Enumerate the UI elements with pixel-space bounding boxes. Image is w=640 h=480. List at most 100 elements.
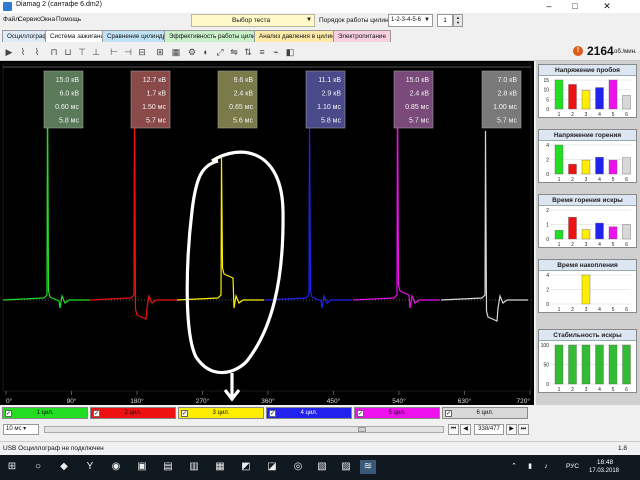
- cylinder-order-dropdown[interactable]: 1-2-3-4-5-6 ▼: [388, 14, 433, 27]
- menu-service[interactable]: Сервис: [18, 16, 40, 23]
- bar-cylinder-3: [581, 274, 591, 305]
- x-tick-label: 6: [625, 177, 628, 183]
- tool-icon[interactable]: ⊥: [90, 46, 102, 58]
- cylinder-toggle-4[interactable]: ✓ 4 цил.: [266, 407, 352, 419]
- app-icon[interactable]: ◪: [264, 460, 280, 474]
- spark-stability-chart: Стабильность искры 100 50 0 1 2 3 4 5 6: [538, 329, 637, 393]
- time-scale-dropdown[interactable]: 10 мс ▾: [3, 424, 39, 435]
- app-icon[interactable]: ◩: [238, 460, 254, 474]
- checkbox-icon[interactable]: ✓: [445, 410, 452, 417]
- cylinder-toggle-6[interactable]: ✓ 6 цил.: [442, 407, 528, 419]
- app-icon[interactable]: ◉: [108, 460, 124, 474]
- app-icon[interactable]: ▤: [160, 460, 176, 474]
- clock-date[interactable]: 17.03.2018: [585, 468, 623, 474]
- tool-icon[interactable]: ⊤: [76, 46, 88, 58]
- tray-icon[interactable]: ⌃: [506, 460, 522, 474]
- menu-windows[interactable]: Окна: [40, 16, 55, 23]
- browser-icon[interactable]: Y: [82, 460, 98, 474]
- app-icon[interactable]: ◎: [290, 460, 306, 474]
- app-icon: [3, 2, 12, 11]
- x-tick-label: 4: [598, 242, 601, 248]
- tool-icon[interactable]: ⤢: [214, 46, 226, 58]
- cylinder-count-spinner[interactable]: ▲ ▼: [453, 14, 463, 27]
- x-tick-label: 1: [558, 177, 561, 183]
- app-icon[interactable]: ▨: [338, 460, 354, 474]
- info-value-burn-kv: 1.7 кВ: [147, 91, 167, 98]
- menu-help[interactable]: Помощь: [56, 16, 81, 23]
- language-indicator[interactable]: РУС: [566, 463, 579, 470]
- app-icon[interactable]: ◆: [56, 460, 72, 474]
- mirror-icon[interactable]: ⇋: [228, 46, 240, 58]
- tool-icon[interactable]: ⊓: [48, 46, 60, 58]
- x-tick-label: 4: [598, 112, 601, 118]
- playback-bar: 10 мс ▾ ⏮ ◀ 338/477 ▶ ⏭: [0, 421, 534, 437]
- y-tick-label: 0: [546, 237, 549, 243]
- tool-icon[interactable]: ◧: [284, 46, 296, 58]
- test-select-dropdown[interactable]: Выбор теста ▼: [191, 14, 315, 27]
- x-tick-label: 3: [585, 112, 588, 118]
- tool-icon[interactable]: ≡: [256, 46, 268, 58]
- frame-scrollbar[interactable]: [44, 426, 444, 433]
- cylinder-toggle-1[interactable]: ✓ 1 цил.: [2, 407, 88, 419]
- first-frame-button[interactable]: ⏮: [448, 424, 459, 435]
- waveform-icon[interactable]: ⌇: [17, 46, 29, 58]
- cylinder-toggle-2[interactable]: ✓ 2 цил.: [90, 407, 176, 419]
- info-value-dwell-ms: 5.8 мс: [321, 118, 341, 125]
- ignition-waveform: 15.0 кВ6.0 кВ0.60 мс5.8 мс12.7 кВ1.7 кВ1…: [2, 63, 532, 405]
- tab-power-supply[interactable]: Электропитание: [333, 30, 391, 42]
- oscilloscope-view[interactable]: 15.0 кВ 6.0 кВ 0.60 мс 5.8 мс 12.7 кВ 1.7 кВ 1…: [0, 61, 534, 405]
- volume-icon[interactable]: ♪: [538, 460, 554, 474]
- clock-time[interactable]: 18:48: [590, 459, 620, 466]
- x-tick-label: 3: [585, 177, 588, 183]
- x-tick-label: 1: [558, 307, 561, 313]
- last-frame-button[interactable]: ⏭: [518, 424, 529, 435]
- x-tick-label: 2: [571, 307, 574, 313]
- checkbox-icon[interactable]: ✓: [357, 410, 364, 417]
- checkbox-icon[interactable]: ✓: [269, 410, 276, 417]
- minimize-button[interactable]: –: [536, 0, 562, 13]
- app-icon[interactable]: ▦: [212, 460, 228, 474]
- highlight-annotation: [185, 150, 285, 375]
- settings-icon[interactable]: ⚙: [186, 46, 198, 58]
- rpm-unit: об./мин.: [614, 49, 637, 55]
- taskbar: ⊞ ○ ◆ Y ◉ ▣ ▤ ▥ ▦ ◩ ◪ ◎ ▧ ▨ ≋ ⌃ ▮ ♪ РУС …: [0, 455, 640, 480]
- maximize-button[interactable]: □: [562, 0, 588, 13]
- y-tick-label: 10: [543, 88, 549, 94]
- cursor-icon[interactable]: ⊞: [154, 46, 166, 58]
- app-icon[interactable]: ▣: [134, 460, 150, 474]
- app-icon[interactable]: ▥: [186, 460, 202, 474]
- tool-icon[interactable]: ⌁: [270, 46, 282, 58]
- cylinder-count-field[interactable]: 1: [437, 14, 453, 27]
- cylinder-info-box: 9.6 кВ 2.4 кВ 0.65 мс 5.6 мс: [217, 70, 258, 129]
- network-icon[interactable]: ▮: [522, 460, 538, 474]
- search-icon[interactable]: ○: [30, 460, 46, 474]
- cylinder-toggle-5[interactable]: ✓ 5 цил.: [354, 407, 440, 419]
- arrow-annotation: [223, 373, 241, 402]
- grid-icon[interactable]: ▦: [170, 46, 182, 58]
- x-tick-label: 1: [558, 387, 561, 393]
- checkbox-icon[interactable]: ✓: [93, 410, 100, 417]
- toggle-icon[interactable]: ◐: [200, 46, 212, 58]
- checkbox-icon[interactable]: ✓: [181, 410, 188, 417]
- scrollbar-thumb[interactable]: [358, 427, 366, 432]
- close-button[interactable]: ✕: [594, 0, 620, 13]
- waveform-icon[interactable]: ⌇: [31, 46, 43, 58]
- cursor-icon[interactable]: ⊟: [136, 46, 148, 58]
- prev-frame-button[interactable]: ◀: [460, 424, 471, 435]
- next-frame-button[interactable]: ▶: [506, 424, 517, 435]
- tool-icon[interactable]: ⊔: [62, 46, 74, 58]
- info-value-dwell-ms: 5.6 мс: [233, 118, 253, 125]
- frame-counter: 338/477: [474, 424, 504, 435]
- menu-file[interactable]: Файл: [3, 16, 19, 23]
- play-icon[interactable]: ▶: [3, 46, 15, 58]
- cursor-icon[interactable]: ⊢: [108, 46, 120, 58]
- info-value-dwell-ms: 5.7 мс: [497, 118, 517, 125]
- cursor-icon[interactable]: ⊣: [122, 46, 134, 58]
- checkbox-icon[interactable]: ✓: [5, 410, 12, 417]
- diamag-icon[interactable]: ≋: [360, 460, 376, 474]
- start-icon[interactable]: ⊞: [4, 460, 20, 474]
- tool-icon[interactable]: ⇅: [242, 46, 254, 58]
- cylinder-toggle-3[interactable]: ✓ 3 цил.: [178, 407, 264, 419]
- app-icon[interactable]: ▧: [314, 460, 330, 474]
- chart-title: Напряжение пробоя: [539, 65, 636, 76]
